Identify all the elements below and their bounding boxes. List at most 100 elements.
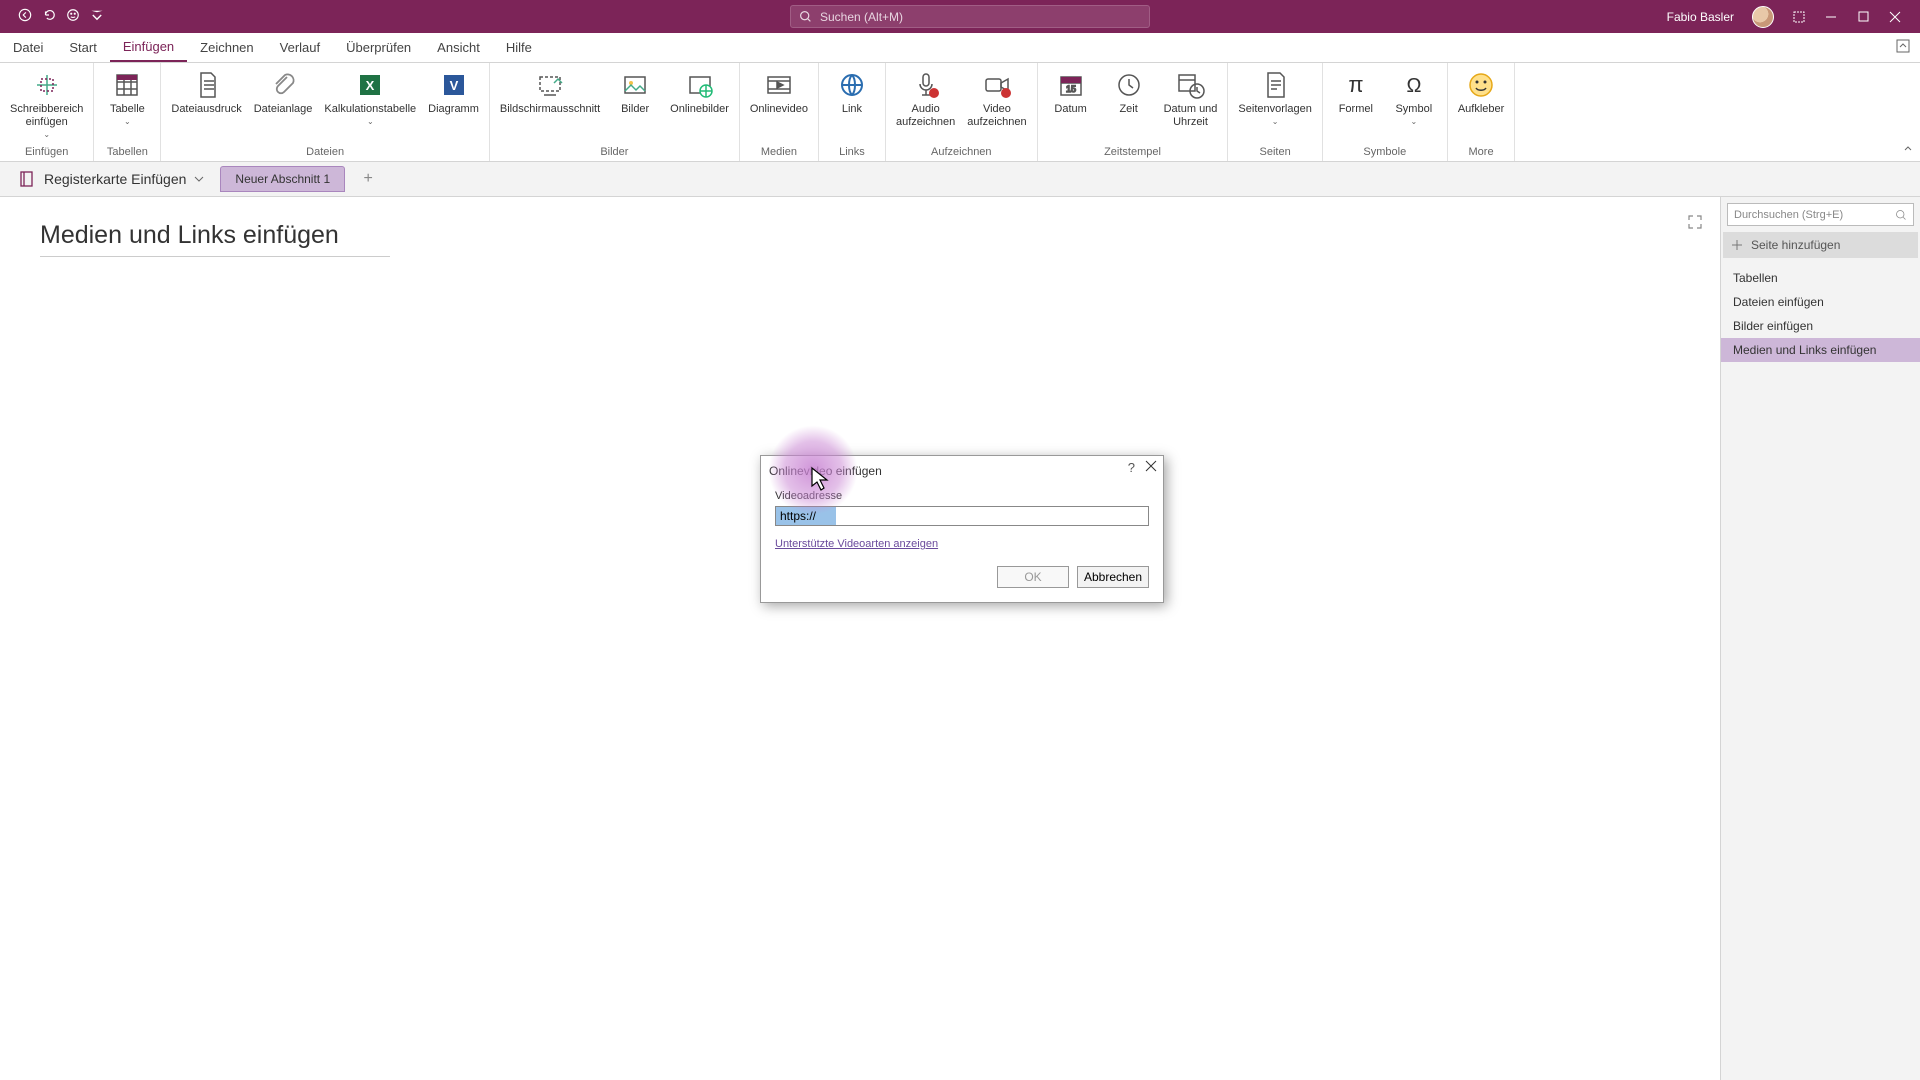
ribbon-label: Link (842, 103, 862, 116)
ribbon-group-label: Tabellen (94, 146, 160, 161)
ribbon-group-label: More (1448, 146, 1514, 161)
ribbon-screenshot[interactable]: Bildschirmausschnitt (496, 67, 604, 118)
ribbon-diagramm[interactable]: VDiagramm (424, 67, 483, 118)
maximize-icon[interactable] (1856, 10, 1870, 24)
ribbon-onlinevideo[interactable]: Onlinevideo (746, 67, 812, 118)
insert-online-video-dialog: Onlinevideo einfügen ? Videoadresse Unte… (760, 455, 1164, 603)
minimize-icon[interactable] (1824, 10, 1838, 24)
ribbon-label: Dateianlage (254, 103, 313, 116)
ribbon-label: Seitenvorlagen (1238, 103, 1311, 116)
ribbon-onlinebilder[interactable]: Onlinebilder (666, 67, 733, 118)
dialog-close-icon[interactable] (1145, 460, 1157, 475)
page-title[interactable]: Medien und Links einfügen (40, 221, 390, 257)
search-box[interactable]: Suchen (Alt+M) (790, 5, 1150, 28)
ribbon-label: Onlinevideo (750, 103, 808, 116)
window-mode-icon[interactable] (1792, 10, 1806, 24)
supported-video-types-link[interactable]: Unterstützte Videoarten anzeigen (775, 538, 938, 550)
svg-text:V: V (449, 78, 458, 93)
chevron-down-icon: ⌄ (1272, 117, 1279, 126)
chevron-down-icon: ⌄ (1410, 117, 1417, 126)
add-page-label: Seite hinzufügen (1751, 238, 1840, 252)
ribbon-datumzeit[interactable]: Datum und Uhrzeit (1160, 67, 1222, 131)
avatar[interactable] (1752, 6, 1774, 28)
back-icon[interactable] (18, 8, 32, 25)
ribbon-seitenvorlagen[interactable]: Seitenvorlagen⌄ (1234, 67, 1315, 128)
menu-verlauf[interactable]: Verlauf (267, 33, 333, 62)
fullscreen-icon[interactable] (1688, 215, 1702, 234)
ribbon-datum[interactable]: 15 Datum (1044, 67, 1098, 118)
user-name[interactable]: Fabio Basler (1667, 10, 1734, 24)
add-page-button[interactable]: Seite hinzufügen (1723, 232, 1918, 258)
chevron-down-icon: ⌄ (367, 117, 374, 126)
ribbon-schreibbereich[interactable]: Schreibbereich einfügen⌄ (6, 67, 87, 141)
ribbon-group-label: Seiten (1228, 146, 1321, 161)
notebook-selector[interactable]: Registerkarte Einfügen (8, 166, 214, 192)
datum-icon: 15 (1055, 69, 1087, 101)
menu-datei[interactable]: Datei (0, 33, 56, 62)
page-item[interactable]: Tabellen (1721, 266, 1920, 290)
ribbon-label: Video aufzeichnen (967, 103, 1026, 129)
ribbon-label: Datum (1054, 103, 1086, 116)
add-section-button[interactable]: + (357, 168, 379, 190)
cancel-button[interactable]: Abbrechen (1077, 566, 1149, 588)
search-icon (799, 10, 812, 23)
page-item[interactable]: Medien und Links einfügen (1721, 338, 1920, 362)
ribbon-audio[interactable]: Audio aufzeichnen (892, 67, 959, 131)
ok-button[interactable]: OK (997, 566, 1069, 588)
ribbon-video[interactable]: Video aufzeichnen (963, 67, 1030, 131)
close-icon[interactable] (1888, 10, 1902, 24)
screenshot-icon (534, 69, 566, 101)
collapse-ribbon-icon[interactable] (1896, 63, 1920, 161)
ribbon-symbol[interactable]: ΩSymbol⌄ (1387, 67, 1441, 128)
link-icon (836, 69, 868, 101)
video-address-label: Videoadresse (775, 490, 1149, 502)
menu-einfügen[interactable]: Einfügen (110, 33, 187, 62)
formel-icon: π (1340, 69, 1372, 101)
svg-text:π: π (1348, 72, 1363, 97)
menu-zeichnen[interactable]: Zeichnen (187, 33, 266, 62)
touch-mode-icon[interactable] (66, 8, 80, 25)
ribbon-dateianlage[interactable]: Dateianlage (250, 67, 317, 118)
page-item[interactable]: Bilder einfügen (1721, 314, 1920, 338)
menu-überprüfen[interactable]: Überprüfen (333, 33, 424, 62)
zeit-icon (1113, 69, 1145, 101)
menu-ansicht[interactable]: Ansicht (424, 33, 493, 62)
menu-start[interactable]: Start (56, 33, 109, 62)
svg-text:Ω: Ω (1406, 75, 1421, 97)
ribbon-group-label: Einfügen (0, 146, 93, 161)
chevron-down-icon: ⌄ (43, 130, 50, 139)
onlinebilder-icon (684, 69, 716, 101)
dialog-title: Onlinevideo einfügen (769, 464, 882, 478)
ribbon-zeit[interactable]: Zeit (1102, 67, 1156, 118)
ribbon-group-tabellen: Tabelle⌄ Tabellen (94, 63, 161, 161)
chevron-down-icon: ⌄ (124, 117, 131, 126)
kalkulation-icon: X (354, 69, 386, 101)
page-canvas[interactable]: Medien und Links einfügen (0, 197, 1720, 1080)
ribbon-formel[interactable]: πFormel (1329, 67, 1383, 118)
dialog-help-icon[interactable]: ? (1128, 460, 1135, 475)
chevron-down-icon (194, 174, 204, 184)
audio-icon (910, 69, 942, 101)
ribbon-label: Audio aufzeichnen (896, 103, 955, 129)
ribbon-aufkleber[interactable]: Aufkleber (1454, 67, 1508, 118)
ribbon-label: Tabelle (110, 103, 145, 116)
page-list: TabellenDateien einfügenBilder einfügenM… (1721, 266, 1920, 362)
ribbon-kalkulation[interactable]: XKalkulationstabelle⌄ (320, 67, 420, 128)
ribbon-label: Dateiausdruck (171, 103, 241, 116)
ribbon-dateiausdruck[interactable]: Dateiausdruck (167, 67, 245, 118)
video-address-input[interactable] (775, 506, 1149, 526)
ribbon-group-symbole: πFormelΩSymbol⌄Symbole (1323, 63, 1448, 161)
ribbon-label: Zeit (1119, 103, 1137, 116)
ribbon-link[interactable]: Link (825, 67, 879, 118)
page-item[interactable]: Dateien einfügen (1721, 290, 1920, 314)
page-search[interactable]: Durchsuchen (Strg+E) (1727, 203, 1914, 226)
section-tab[interactable]: Neuer Abschnitt 1 (220, 166, 345, 192)
ribbon-tabelle[interactable]: Tabelle⌄ (100, 67, 154, 128)
ribbon-bilder[interactable]: Bilder (608, 67, 662, 118)
qat-dropdown-icon[interactable] (90, 8, 104, 25)
undo-icon[interactable] (42, 8, 56, 25)
dateiausdruck-icon (191, 69, 223, 101)
ribbon-label: Bildschirmausschnitt (500, 103, 600, 116)
menu-hilfe[interactable]: Hilfe (493, 33, 545, 62)
ribbon-display-options-icon[interactable] (1896, 39, 1910, 56)
